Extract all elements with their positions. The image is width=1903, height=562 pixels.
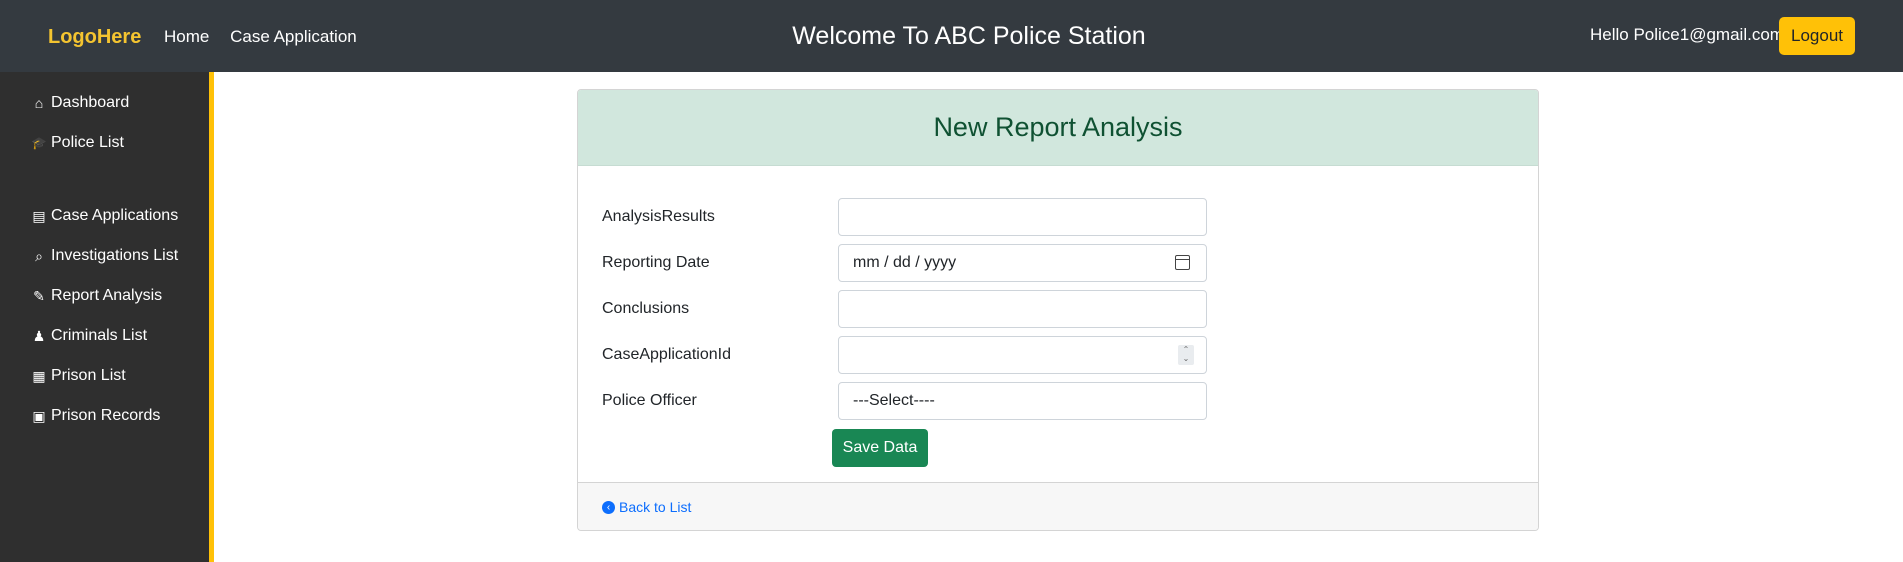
sidebar-item-label: Report Analysis: [51, 287, 163, 304]
form-title: New Report Analysis: [933, 112, 1183, 142]
top-navbar: LogoHere Home Case Application Welcome T…: [0, 0, 1903, 72]
id-card-icon: ▣: [32, 407, 46, 424]
back-to-list-label: Back to List: [619, 499, 692, 515]
card-header: New Report Analysis: [578, 90, 1538, 166]
top-nav: Home Case Application: [164, 27, 373, 47]
reporting-date-label: Reporting Date: [602, 254, 710, 271]
police-officer-label: Police Officer: [602, 392, 697, 409]
home-icon: ⌂: [34, 95, 44, 111]
search-icon: ⌕: [35, 247, 43, 264]
sidebar-item-label: Prison Records: [51, 407, 161, 424]
date-placeholder: mm / dd / yyyy: [853, 254, 957, 271]
graduation-cap-icon: 🎓: [31, 136, 47, 150]
card-footer: ‹ Back to List: [578, 482, 1538, 530]
logo[interactable]: LogoHere: [48, 26, 141, 49]
arrow-circle-left-icon: ‹: [602, 500, 615, 514]
sidebar-item-label: Police List: [51, 134, 124, 151]
report-form-card: New Report Analysis AnalysisResults Repo…: [577, 89, 1539, 531]
nav-home-link[interactable]: Home: [164, 27, 209, 46]
sidebar-item-criminals-list[interactable]: ♟ Criminals List: [31, 327, 147, 345]
case-application-id-label: CaseApplicationId: [602, 346, 731, 363]
sidebar: ⌂ Dashboard 🎓 Police List ▤ Case Applica…: [0, 72, 214, 562]
sidebar-item-label: Prison List: [51, 367, 126, 384]
sidebar-item-prison-records[interactable]: ▣ Prison Records: [31, 407, 160, 425]
police-officer-select[interactable]: ---Select----: [838, 382, 1207, 420]
sidebar-item-investigations-list[interactable]: ⌕ Investigations List: [31, 247, 178, 265]
user-greeting: Hello Police1@gmail.com!: [1590, 25, 1789, 44]
nav-case-application-link[interactable]: Case Application: [230, 27, 357, 46]
edit-icon: ✎: [33, 287, 45, 304]
sidebar-item-label: Dashboard: [51, 94, 130, 111]
analysis-results-input[interactable]: [838, 198, 1207, 236]
user-secret-icon: ♟: [32, 327, 46, 344]
number-spinner-icon[interactable]: ⌃ ⌄: [1178, 345, 1194, 365]
reporting-date-input[interactable]: mm / dd / yyyy: [838, 244, 1207, 282]
back-to-list-link[interactable]: ‹ Back to List: [602, 499, 691, 515]
logout-button[interactable]: Logout: [1779, 17, 1855, 55]
sidebar-item-case-applications[interactable]: ▤ Case Applications: [31, 207, 178, 225]
sidebar-item-police-list[interactable]: 🎓 Police List: [31, 134, 124, 152]
sidebar-item-label: Investigations List: [51, 247, 179, 264]
file-icon: ▤: [32, 207, 46, 224]
sidebar-item-label: Case Applications: [51, 207, 179, 224]
sidebar-item-report-analysis[interactable]: ✎ Report Analysis: [31, 287, 162, 305]
calendar-icon[interactable]: [1175, 255, 1190, 270]
case-application-id-input[interactable]: ⌃ ⌄: [838, 336, 1207, 374]
conclusions-input[interactable]: [838, 290, 1207, 328]
sidebar-item-prison-list[interactable]: ▦ Prison List: [31, 367, 126, 385]
conclusions-label: Conclusions: [602, 300, 690, 317]
save-data-button[interactable]: Save Data: [832, 429, 928, 467]
analysis-results-label: AnalysisResults: [602, 208, 715, 225]
sidebar-item-dashboard[interactable]: ⌂ Dashboard: [31, 94, 130, 112]
sidebar-item-label: Criminals List: [51, 327, 148, 344]
grid-icon: ▦: [32, 367, 46, 384]
